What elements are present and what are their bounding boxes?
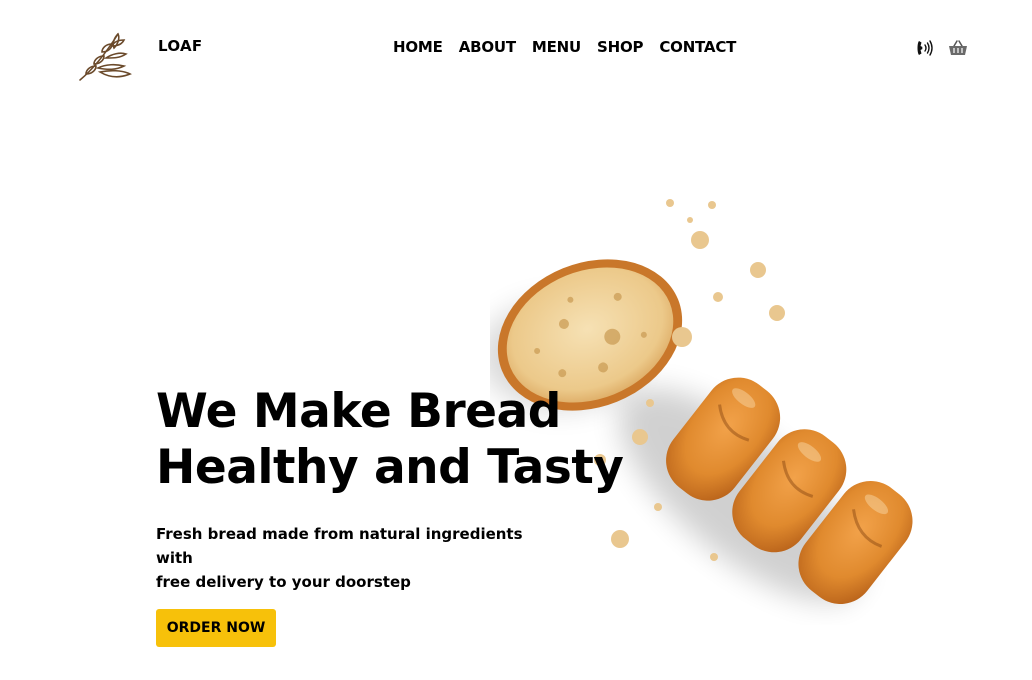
hero-subtitle-line-2: free delivery to your doorstep [156, 573, 411, 591]
basket-cart-icon[interactable] [947, 37, 969, 59]
nav-shop[interactable]: SHOP [597, 38, 644, 56]
main-nav: HOME ABOUT MENU SHOP CONTACT [393, 38, 736, 56]
nav-contact[interactable]: CONTACT [659, 38, 736, 56]
phone-icon[interactable] [914, 37, 936, 59]
nav-home[interactable]: HOME [393, 38, 443, 56]
order-now-button[interactable]: ORDER NOW [156, 609, 276, 647]
brand-name[interactable]: LOAF [158, 37, 202, 55]
hero-title: We Make Bread Healthy and Tasty [156, 384, 624, 496]
nav-about[interactable]: ABOUT [459, 38, 516, 56]
hero-subtitle-line-1: Fresh bread made from natural ingredient… [156, 525, 523, 567]
wheat-logo-icon[interactable] [74, 28, 138, 86]
hero-title-line-1: We Make Bread [156, 384, 561, 439]
hero-subtitle: Fresh bread made from natural ingredient… [156, 522, 536, 594]
hero-title-line-2: Healthy and Tasty [156, 440, 624, 495]
nav-menu[interactable]: MENU [532, 38, 581, 56]
